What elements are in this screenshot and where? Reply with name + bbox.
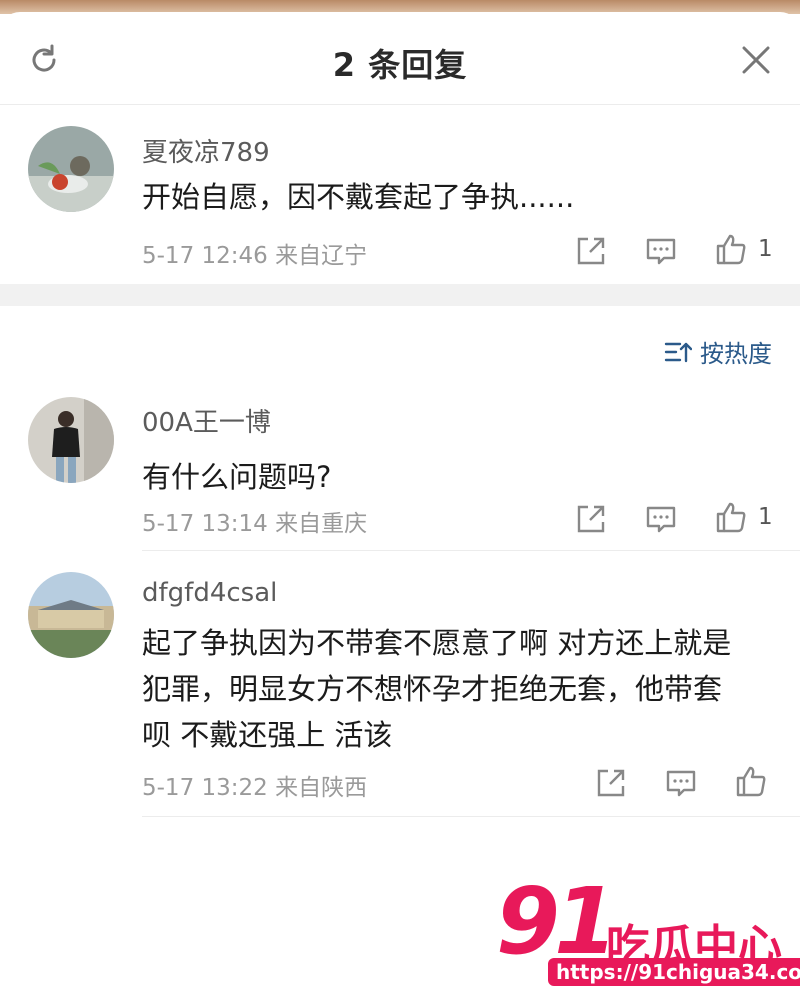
replies-sheet: 2 条回复 夏夜凉789 开始自愿，因不戴套起了争执...... 5-17 12… [0,12,800,1000]
comment-line: 呗 不戴还强上 活该 [142,718,393,752]
username[interactable]: 00A王一博 [142,402,271,439]
comment-line: 犯罪，明显女方不想怀孕才拒绝无套，他带套 [142,672,723,706]
avatar[interactable] [28,397,114,483]
divider [142,550,800,551]
like-count: 1 [758,236,773,262]
username[interactable]: dfgfd4csal [142,578,277,608]
sort-icon [664,342,692,362]
comment-meta: 5-17 12:46 来自辽宁 [142,243,368,269]
username[interactable]: 夏夜凉789 [142,132,270,169]
thumb-up-icon[interactable] [714,232,748,266]
sort-by-hot-button[interactable]: 按热度 [664,334,772,369]
share-icon[interactable] [594,766,628,800]
share-icon[interactable] [574,502,608,536]
comment-text: 起了争执因为不带套不愿意了啊 对方还上就是 犯罪，明显女方不想怀孕才拒绝无套，他… [142,620,772,758]
comment-meta: 5-17 13:14 来自重庆 [142,511,368,537]
comment-meta: 5-17 13:22 来自陕西 [142,775,368,801]
avatar[interactable] [28,572,114,658]
comment-icon[interactable] [644,502,678,536]
comment-line: 起了争执因为不带套不愿意了啊 对方还上就是 [142,626,732,660]
comment-text: 开始自愿，因不戴套起了争执...... [142,180,575,214]
comment-text: 有什么问题吗? [142,460,332,494]
thumb-up-icon[interactable] [734,764,768,798]
share-icon[interactable] [574,234,608,268]
page-title: 2 条回复 [332,46,468,84]
comment-icon[interactable] [664,766,698,800]
divider [142,816,800,817]
like-count: 1 [758,504,773,530]
close-icon[interactable] [738,42,774,78]
section-separator [0,284,800,306]
comment-icon[interactable] [644,234,678,268]
sort-label: 按热度 [700,340,772,368]
avatar[interactable] [28,126,114,212]
watermark-url: https://91chigua34.com [548,958,800,986]
thumb-up-icon[interactable] [714,500,748,534]
sheet-header: 2 条回复 [0,12,800,105]
